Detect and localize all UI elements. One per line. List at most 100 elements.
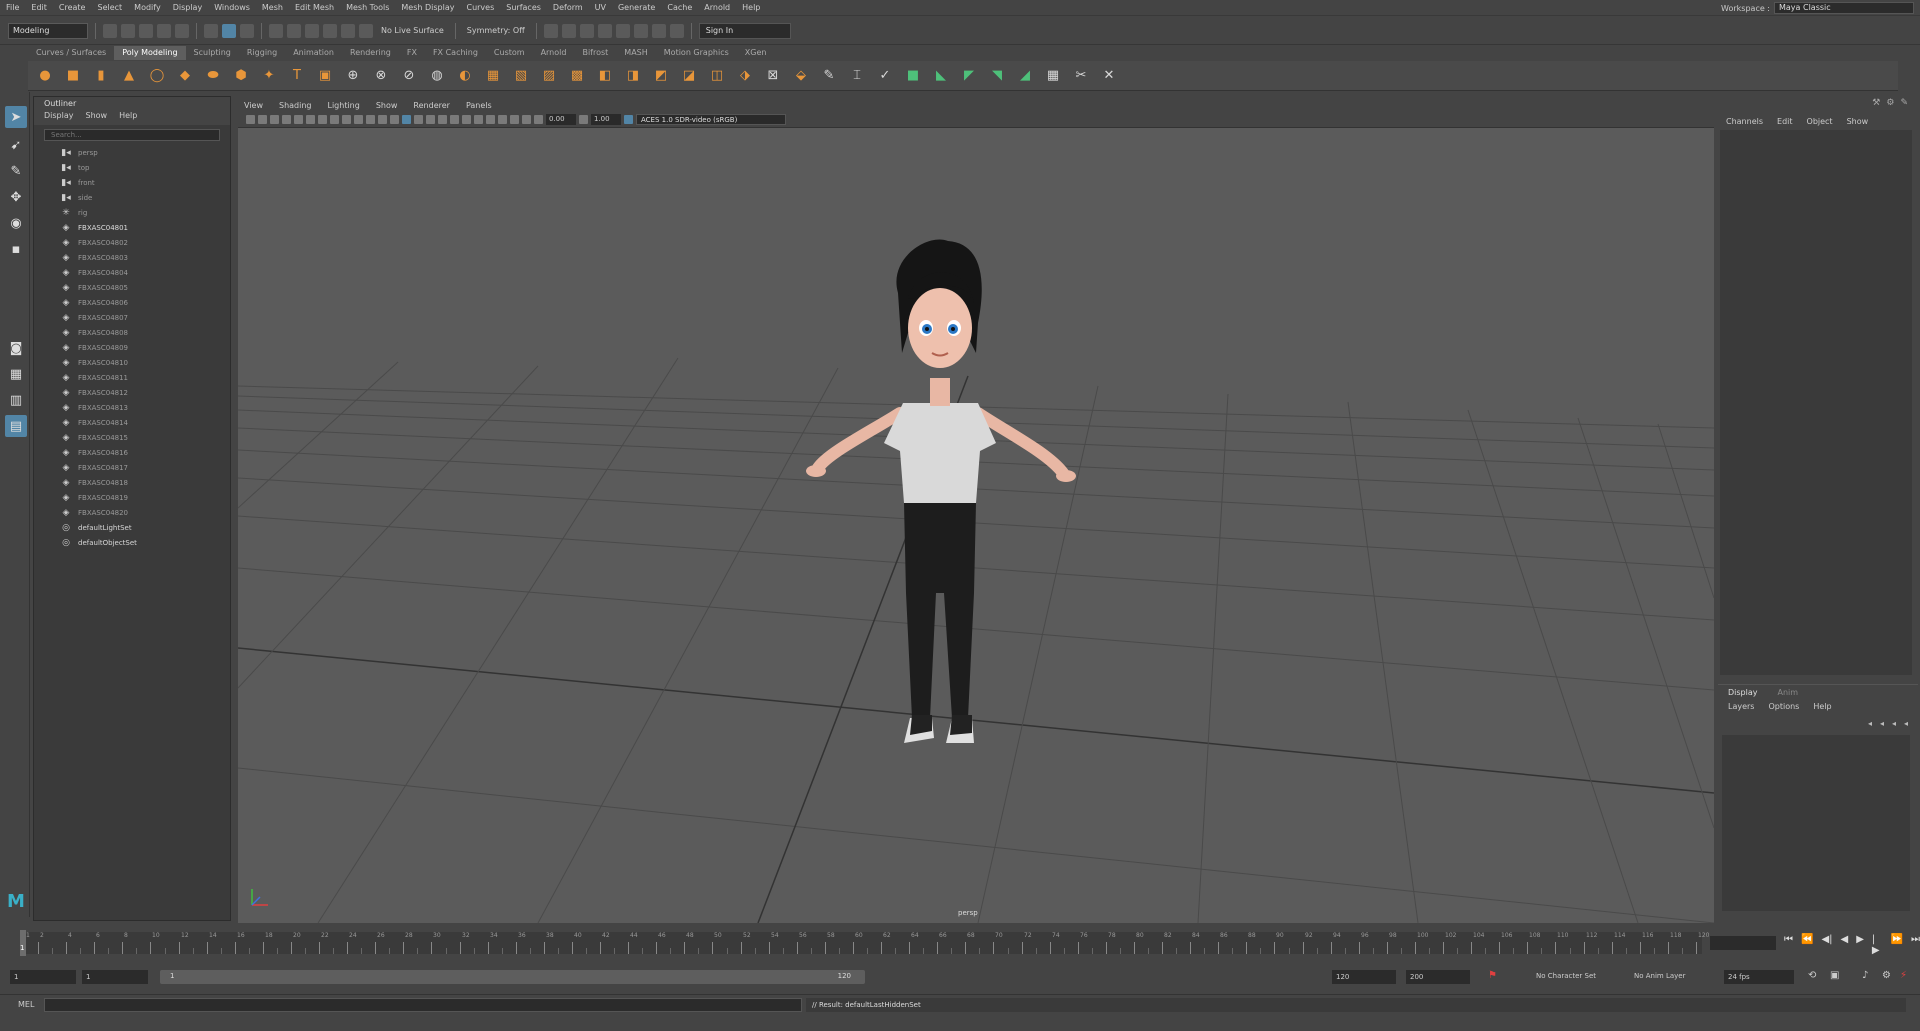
uv-editor-icon[interactable]: ■ — [902, 65, 924, 87]
animation-end-field[interactable]: 200 — [1406, 970, 1470, 984]
menu-item[interactable]: Modify — [128, 3, 167, 12]
layer-menu-item[interactable]: Options — [1768, 702, 1799, 711]
menu-item[interactable]: UV — [589, 3, 612, 12]
view-transform-dropdown[interactable]: ACES 1.0 SDR-video (sRGB) — [636, 114, 786, 125]
outliner-menu-help[interactable]: Help — [119, 111, 137, 125]
center-pivot-icon[interactable]: ⌶ — [846, 65, 868, 87]
arnold-render-icon[interactable] — [633, 23, 648, 38]
character-set-dropdown[interactable]: No Character Set — [1536, 972, 1596, 980]
planar-map-icon[interactable]: ◣ — [930, 65, 952, 87]
automatic-map-icon[interactable]: ◢ — [1014, 65, 1036, 87]
extrude-icon[interactable]: ▦ — [482, 65, 504, 87]
layer-up-icon[interactable]: ◂ — [1868, 719, 1872, 728]
playback-end-field[interactable]: 120 — [1332, 970, 1396, 984]
render-view-icon[interactable] — [543, 23, 558, 38]
poly-disc-icon[interactable]: ⬬ — [202, 65, 224, 87]
redo-icon[interactable] — [175, 23, 189, 38]
anim-prefs-icon[interactable]: ⚙ — [1882, 970, 1891, 981]
poly-plane-icon[interactable]: ◆ — [174, 65, 196, 87]
outliner-item[interactable]: ◈ FBXASC04814 — [34, 415, 230, 430]
evaluation-icon[interactable]: ⚡ — [1900, 970, 1907, 981]
gate-mask-icon[interactable] — [354, 115, 363, 124]
step-back-frame-icon[interactable]: ◀| — [1821, 934, 1832, 956]
auto-key-icon[interactable]: ⚑ — [1488, 970, 1497, 981]
go-to-end-icon[interactable]: ⏭ — [1911, 934, 1920, 956]
undo-icon[interactable] — [157, 23, 171, 38]
tool-settings-icon[interactable]: ✎ — [1900, 98, 1908, 108]
xray-joints-icon[interactable] — [522, 115, 531, 124]
camera-attributes-icon[interactable] — [258, 115, 267, 124]
shelf-tab[interactable]: Bifrost — [574, 46, 616, 60]
snap-pivot-icon[interactable] — [359, 23, 373, 38]
isolate-select-icon[interactable] — [498, 115, 507, 124]
current-time-marker[interactable]: 1 — [20, 930, 26, 956]
snap-point-icon[interactable] — [305, 23, 319, 38]
menu-item[interactable]: Create — [53, 3, 92, 12]
outliner-item[interactable]: ◈ FBXASC04818 — [34, 475, 230, 490]
combine-icon[interactable]: ⊕ — [342, 65, 364, 87]
smooth-icon[interactable]: ◍ — [426, 65, 448, 87]
viewport-canvas[interactable]: persp — [238, 128, 1714, 923]
shelf-tab[interactable]: Motion Graphics — [656, 46, 737, 60]
outliner-item[interactable]: ▮◂ front — [34, 175, 230, 190]
wireframe-icon[interactable] — [390, 115, 399, 124]
viewport-menu-item[interactable]: View — [244, 101, 263, 110]
anti-aliasing-icon[interactable] — [486, 115, 495, 124]
outliner-item[interactable]: ◈ FBXASC04812 — [34, 385, 230, 400]
rotate-tool-icon[interactable]: ◉ — [5, 212, 27, 234]
outliner-menu-show[interactable]: Show — [86, 111, 108, 125]
smooth-shade-icon[interactable] — [402, 115, 411, 124]
channel-box-menu-item[interactable]: Object — [1807, 117, 1833, 126]
outliner-item[interactable]: ◎ defaultLightSet — [34, 520, 230, 535]
resolution-gate-icon[interactable] — [342, 115, 351, 124]
bridge-icon[interactable]: ▨ — [538, 65, 560, 87]
shelf-tab[interactable]: Rendering — [342, 46, 399, 60]
outliner-item[interactable]: ▮◂ top — [34, 160, 230, 175]
menu-item[interactable]: Curves — [460, 3, 500, 12]
ambient-occlusion-icon[interactable] — [462, 115, 471, 124]
viewport-panel[interactable]: View Shading Lighting Show Renderer Panels 0.… — [238, 98, 1714, 923]
layer-menu-item[interactable]: Help — [1813, 702, 1831, 711]
gamma-field[interactable]: 1.00 — [591, 114, 621, 125]
workspace-dropdown[interactable]: Maya Classic — [1774, 2, 1914, 14]
motion-blur-icon[interactable] — [474, 115, 483, 124]
shelf-tab[interactable]: Rigging — [239, 46, 285, 60]
animation-start-field[interactable]: 1 — [10, 970, 76, 984]
menu-item[interactable]: Deform — [547, 3, 589, 12]
outliner-item[interactable]: ◈ FBXASC04813 — [34, 400, 230, 415]
image-plane-icon[interactable] — [282, 115, 291, 124]
step-back-key-icon[interactable]: ⏪ — [1801, 934, 1813, 956]
append-polygon-icon[interactable]: ◧ — [594, 65, 616, 87]
layer-tab[interactable]: Anim — [1778, 688, 1799, 697]
new-scene-icon[interactable] — [103, 23, 117, 38]
sound-icon[interactable]: ♪ — [1862, 970, 1868, 981]
menu-item[interactable]: File — [0, 3, 25, 12]
outliner-item[interactable]: ◈ FBXASC04819 — [34, 490, 230, 505]
live-surface-label[interactable]: No Live Surface — [377, 26, 448, 35]
target-weld-icon[interactable]: ◩ — [650, 65, 672, 87]
layer-down-icon[interactable]: ◂ — [1880, 719, 1884, 728]
poly-torus-icon[interactable]: ◯ — [146, 65, 168, 87]
menu-item[interactable]: Select — [91, 3, 128, 12]
cache-icon[interactable]: ▣ — [1830, 970, 1839, 981]
paint-select-icon[interactable]: ✎ — [5, 160, 27, 182]
svg-tool-icon[interactable]: ▣ — [314, 65, 336, 87]
menu-item[interactable]: Mesh — [256, 3, 289, 12]
ipr-render-icon[interactable] — [579, 23, 594, 38]
separate-icon[interactable]: ⊗ — [370, 65, 392, 87]
menu-item[interactable]: Edit Mesh — [289, 3, 340, 12]
select-tool-icon[interactable]: ➤ — [5, 106, 27, 128]
delete-history-icon[interactable]: ✓ — [874, 65, 896, 87]
shelf-tab[interactable]: XGen — [737, 46, 775, 60]
shelf-tab[interactable]: FX Caching — [425, 46, 486, 60]
layer-tab[interactable]: Display — [1728, 688, 1758, 697]
exposure-field[interactable]: 0.00 — [546, 114, 576, 125]
insert-edge-loop-icon[interactable]: ◪ — [678, 65, 700, 87]
outliner-item[interactable]: ◈ FBXASC04810 — [34, 355, 230, 370]
select-hierarchy-icon[interactable] — [204, 23, 218, 38]
wireframe-on-shaded-icon[interactable] — [414, 115, 423, 124]
menu-item[interactable]: Display — [167, 3, 209, 12]
poly-cube-icon[interactable]: ■ — [62, 65, 84, 87]
step-forward-frame-icon[interactable]: |▶ — [1872, 934, 1883, 956]
shadows-icon[interactable] — [450, 115, 459, 124]
